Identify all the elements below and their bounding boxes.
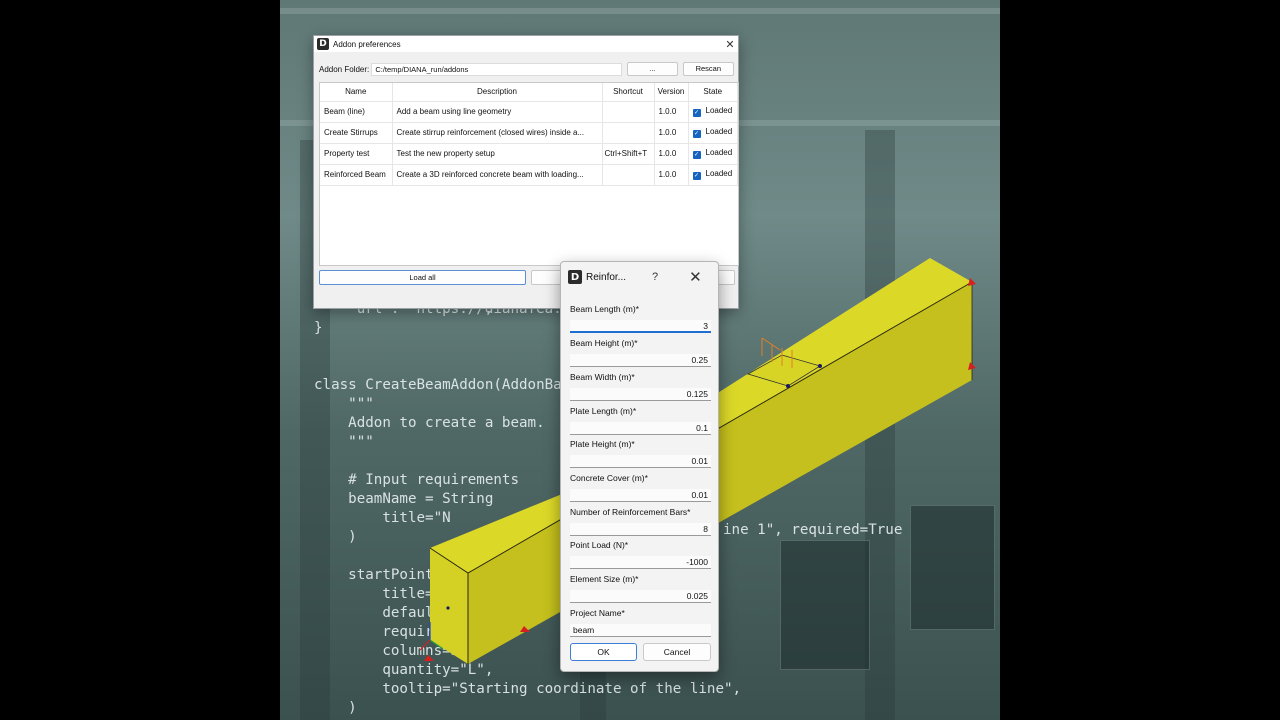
addon-description: Create a 3D reinforced concrete beam wit… [392,164,603,186]
dialog-title-bar: D Reinfor... ? ✕ [561,262,718,292]
field-label: Beam Height (m)* [570,338,638,348]
table-row[interactable]: Beam (line) Add a beam using line geomet… [320,101,738,123]
addon-version: 1.0.0 [654,122,689,144]
cancel-button[interactable]: Cancel [643,643,711,661]
field-plate-height: Plate Height (m)* 0.01 [570,439,711,468]
addon-table: Name Description Shortcut Version State … [319,82,739,266]
field-label: Point Load (N)* [570,540,629,550]
field-beam-length: Beam Length (m)* 3 [570,304,711,333]
field-label: Beam Length (m)* [570,304,639,314]
addon-folder-row: Addon Folder: C:/temp/DIANA_run/addons .… [319,62,734,76]
field-label: Plate Length (m)* [570,406,637,416]
point-load-input[interactable]: -1000 [570,556,711,569]
addon-version: 1.0.0 [654,164,689,186]
addon-shortcut[interactable] [602,101,655,123]
addon-state: ✓ Loaded [688,122,738,144]
field-plate-length: Plate Length (m)* 0.1 [570,406,711,435]
browse-button[interactable]: ... [627,62,678,76]
close-icon[interactable]: ✕ [722,38,738,51]
field-label: Element Size (m)* [570,574,639,584]
addon-folder-input[interactable]: C:/temp/DIANA_run/addons [371,62,623,76]
column-header-name[interactable]: Name [320,83,393,102]
node [446,606,450,610]
diana-logo-icon: D [568,270,582,284]
addon-description: Add a beam using line geometry [392,101,603,123]
addon-name: Property test [320,143,393,165]
addon-state-label: Loaded [705,169,733,178]
checkbox-checked-icon[interactable]: ✓ [692,109,701,117]
addon-state-label: Loaded [705,148,733,157]
load-all-button[interactable]: Load all [319,270,526,285]
diana-logo-icon: D [317,38,329,50]
field-reinforcement-bars: Number of Reinforcement Bars* 8 [570,507,711,536]
window-title: Addon preferences [333,39,401,49]
reinforced-beam-dialog: D Reinfor... ? ✕ Beam Length (m)* 3 Beam… [560,261,719,672]
table-row[interactable]: Create Stirrups Create stirrup reinforce… [320,122,738,144]
field-beam-width: Beam Width (m)* 0.125 [570,372,711,401]
addon-version: 1.0.0 [654,143,689,165]
checkbox-checked-icon[interactable]: ✓ [692,151,701,159]
column-header-state[interactable]: State [688,83,738,102]
field-label: Plate Height (m)* [570,439,635,449]
column-header-description[interactable]: Description [392,83,603,102]
field-label: Beam Width (m)* [570,372,635,382]
addon-description: Test the new property setup [392,143,603,165]
column-header-shortcut[interactable]: Shortcut [602,83,655,102]
table-row[interactable]: Reinforced Beam Create a 3D reinforced c… [320,164,738,186]
field-concrete-cover: Concrete Cover (m)* 0.01 [570,473,711,502]
field-point-load: Point Load (N)* -1000 [570,540,711,569]
checkbox-checked-icon[interactable]: ✓ [692,130,701,138]
addon-name: Reinforced Beam [320,164,393,186]
addon-shortcut[interactable] [602,164,655,186]
addon-folder-label: Addon Folder: [319,64,370,74]
ok-button[interactable]: OK [570,643,637,661]
table-row[interactable]: Property test Test the new property setu… [320,143,738,165]
node [786,384,790,388]
node [818,364,822,368]
rescan-button[interactable]: Rescan [682,62,734,76]
addon-state-label: Loaded [705,106,733,115]
addon-state: ✓ Loaded [688,143,738,165]
addon-shortcut[interactable]: Ctrl+Shift+T [602,143,655,165]
column-header-version[interactable]: Version [654,83,689,102]
field-project-name: Project Name* beam [570,608,711,637]
field-beam-height: Beam Height (m)* 0.25 [570,338,711,367]
beam-side-face [468,282,972,664]
help-icon[interactable]: ? [652,271,658,283]
reinforcement-bars-input[interactable]: 8 [570,523,711,536]
beam-length-input[interactable]: 3 [570,320,711,333]
project-name-input[interactable]: beam [570,624,711,637]
addon-state: ✓ Loaded [688,164,738,186]
field-label: Number of Reinforcement Bars* [570,507,691,517]
field-element-size: Element Size (m)* 0.025 [570,574,711,603]
addon-name: Create Stirrups [320,122,393,144]
addon-state: ✓ Loaded [688,101,738,123]
plate-height-input[interactable]: 0.01 [570,455,711,468]
addon-description: Create stirrup reinforcement (closed wir… [392,122,603,144]
table-header: Name Description Shortcut Version State [320,83,738,102]
addon-state-label: Loaded [705,127,733,136]
beam-height-input[interactable]: 0.25 [570,354,711,367]
plate-length-input[interactable]: 0.1 [570,422,711,435]
title-bar: D Addon preferences ✕ [314,36,738,52]
element-size-input[interactable]: 0.025 [570,590,711,603]
addon-version: 1.0.0 [654,101,689,123]
field-label: Project Name* [570,608,625,618]
dialog-title: Reinfor... [586,271,627,283]
concrete-cover-input[interactable]: 0.01 [570,489,711,502]
close-icon[interactable]: ✕ [689,268,702,286]
addon-shortcut[interactable] [602,122,655,144]
beam-width-input[interactable]: 0.125 [570,388,711,401]
addon-name: Beam (line) [320,101,393,123]
field-label: Concrete Cover (m)* [570,473,648,483]
checkbox-checked-icon[interactable]: ✓ [692,172,701,180]
